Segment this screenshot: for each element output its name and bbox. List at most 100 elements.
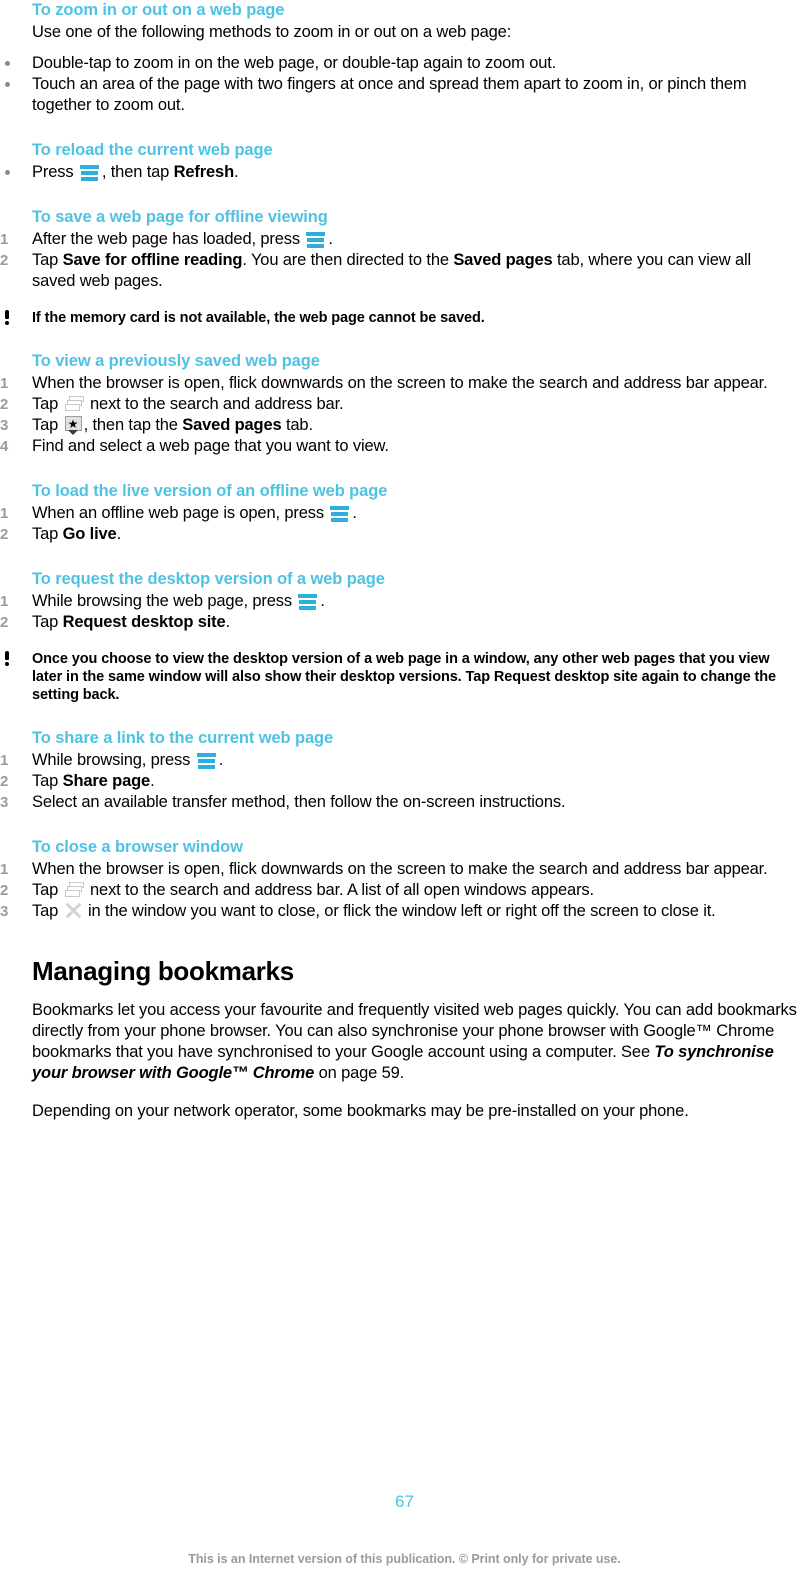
- list-item: 2 Tap Request desktop site.: [0, 612, 809, 633]
- section-heading-share-link: To share a link to the current web page: [32, 729, 334, 747]
- step-text-suffix: in the window you want to close, or flic…: [88, 902, 716, 920]
- step-number: 4: [0, 438, 9, 455]
- step-number: 2: [0, 773, 9, 790]
- step-text-suffix: .: [150, 772, 155, 790]
- refresh-label: Refresh: [173, 163, 235, 181]
- step-number: 3: [0, 417, 9, 434]
- step-text-suffix: .: [320, 592, 325, 610]
- list-item-text: Touch an area of the page with two finge…: [32, 75, 747, 114]
- step-number: 2: [0, 882, 9, 899]
- list-item: 1 While browsing the web page, press .: [0, 591, 809, 612]
- step-number: 2: [0, 252, 9, 269]
- list-item: 2 Tap Share page.: [0, 771, 809, 792]
- bookmark-star-icon: ★: [64, 416, 82, 435]
- section-heading-view-saved: To view a previously saved web page: [32, 352, 320, 370]
- step-text-suffix: next to the search and address bar. A li…: [90, 881, 594, 899]
- list-item: 3 Tap in the window you want to close, o…: [0, 901, 809, 922]
- menu-key-icon: [79, 163, 101, 181]
- step-text-suffix: .: [225, 613, 231, 631]
- share-page-label: Share page: [62, 772, 151, 790]
- section-heading-close-window: To close a browser window: [32, 838, 243, 856]
- step-number: 1: [0, 861, 9, 878]
- step-text-suffix: .: [234, 163, 239, 181]
- paragraph-part-2: on page 59.: [318, 1064, 405, 1082]
- zoom-methods-list: Double-tap to zoom in on the web page, o…: [0, 53, 809, 116]
- request-desktop-site-label: Request desktop site: [62, 613, 226, 631]
- exclamation-icon: [3, 651, 13, 667]
- view-saved-steps: 1 When the browser is open, flick downwa…: [0, 373, 809, 457]
- bookmarks-paragraph-1: Bookmarks let you access your favourite …: [0, 1000, 809, 1084]
- list-item: 2 Tap Go live.: [0, 524, 809, 545]
- page-content: To zoom in or out on a web page Use one …: [0, 0, 809, 1122]
- request-desktop-site-label: Request desktop site: [493, 669, 638, 685]
- step-text: Find and select a web page that you want…: [32, 437, 389, 455]
- go-live-steps: 1 When an offline web page is open, pres…: [0, 503, 809, 545]
- note-desktop-version: Once you choose to view the desktop vers…: [0, 650, 809, 704]
- step-number: 2: [0, 614, 9, 631]
- step-text-suffix: .: [352, 504, 357, 522]
- list-item: 2 Tap next to the search and address bar…: [0, 394, 809, 415]
- save-offline-reading-label: Save for offline reading: [62, 251, 243, 269]
- share-link-steps: 1 While browsing, press . 2 Tap Share pa…: [0, 750, 809, 813]
- exclamation-icon: [3, 310, 13, 326]
- zoom-intro-text: Use one of the following methods to zoom…: [32, 23, 512, 41]
- list-item: 2 Tap Save for offline reading. You are …: [0, 250, 809, 292]
- step-number: 3: [0, 903, 9, 920]
- step-text-middle: , then tap the: [83, 416, 178, 434]
- step-text-middle: . You are then directed to the: [242, 251, 449, 269]
- step-text-prefix: Tap: [32, 881, 59, 899]
- list-item: 1 When an offline web page is open, pres…: [0, 503, 809, 524]
- list-item: 1 While browsing, press .: [0, 750, 809, 771]
- step-text-prefix: Press: [32, 163, 74, 181]
- step-number: 1: [0, 593, 9, 610]
- note-memory-card: If the memory card is not available, the…: [0, 309, 809, 327]
- list-item: Double-tap to zoom in on the web page, o…: [0, 53, 809, 74]
- saved-pages-label: Saved pages: [182, 416, 282, 434]
- section-heading-save-offline: To save a web page for offline viewing: [32, 208, 328, 226]
- section-heading-desktop-version: To request the desktop version of a web …: [32, 570, 385, 588]
- go-live-label: Go live: [62, 525, 117, 543]
- step-number: 3: [0, 794, 9, 811]
- step-text: When the browser is open, flick downward…: [32, 860, 768, 878]
- list-item: 1 When the browser is open, flick downwa…: [0, 859, 809, 880]
- reload-steps-list: Press , then tap Refresh.: [0, 162, 809, 183]
- windows-stack-icon: [64, 882, 84, 898]
- step-number: 1: [0, 505, 9, 522]
- section-heading-reload: To reload the current web page: [32, 141, 273, 159]
- list-item: 3 Select an available transfer method, t…: [0, 792, 809, 813]
- step-text-prefix: Tap: [32, 251, 59, 269]
- step-number: 2: [0, 526, 9, 543]
- step-text-suffix: next to the search and address bar.: [90, 395, 344, 413]
- list-item: Touch an area of the page with two finge…: [0, 74, 809, 116]
- step-text-prefix: While browsing the web page, press: [32, 592, 292, 610]
- step-number: 1: [0, 752, 9, 769]
- step-text-suffix: .: [116, 525, 122, 543]
- list-item: 2 Tap next to the search and address bar…: [0, 880, 809, 901]
- saved-pages-label: Saved pages: [453, 251, 553, 269]
- section-heading-zoom: To zoom in or out on a web page: [32, 1, 285, 19]
- step-text-prefix: Tap: [32, 613, 59, 631]
- menu-key-icon: [297, 592, 319, 610]
- step-text-prefix: After the web page has loaded, press: [32, 230, 300, 248]
- menu-key-icon: [329, 504, 351, 522]
- menu-key-icon: [305, 230, 327, 248]
- page-number: 67: [395, 1492, 414, 1511]
- bullet-dot-icon: [5, 61, 10, 66]
- windows-stack-icon: [64, 396, 84, 412]
- step-text: When the browser is open, flick downward…: [32, 374, 768, 392]
- list-item: 3 Tap ★, then tap the Saved pages tab.: [0, 415, 809, 436]
- list-item: 1 When the browser is open, flick downwa…: [0, 373, 809, 394]
- save-offline-steps: 1 After the web page has loaded, press .…: [0, 229, 809, 292]
